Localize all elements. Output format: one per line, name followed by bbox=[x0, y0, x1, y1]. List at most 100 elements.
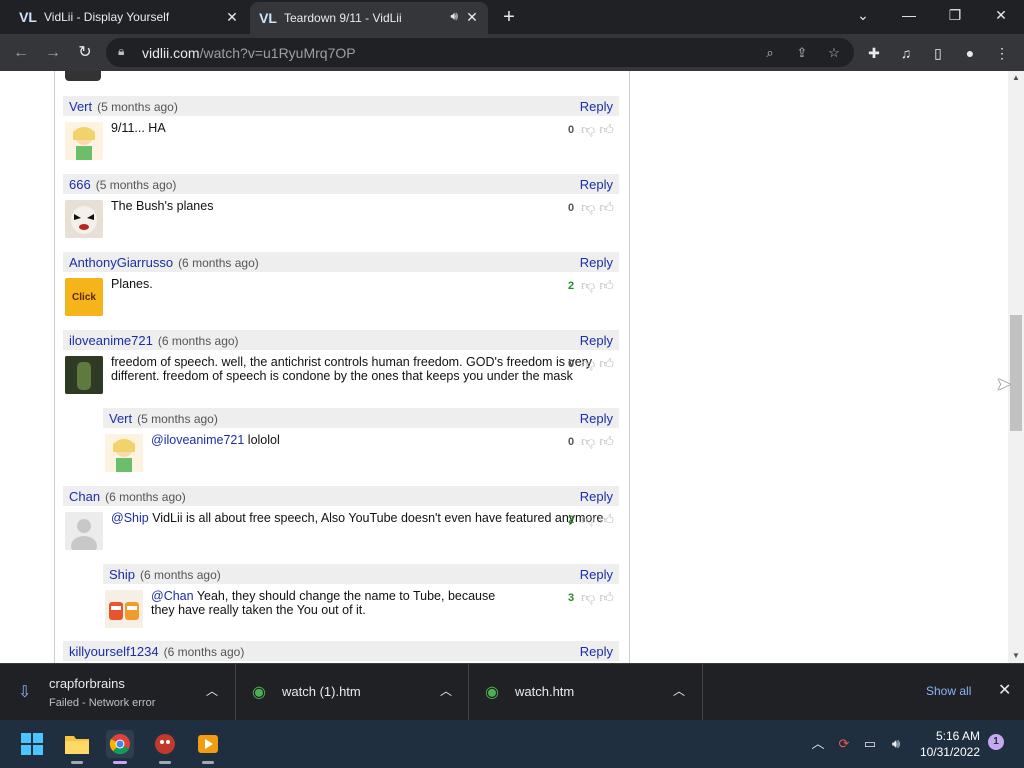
zoom-icon[interactable]: ⌕ bbox=[760, 43, 780, 63]
comment-username[interactable]: Chan (6 months ago) bbox=[69, 489, 186, 504]
tray-overflow-chevron-icon[interactable]: ︿ bbox=[808, 734, 828, 754]
tab-search-chevron-icon[interactable]: ⌄ bbox=[840, 0, 886, 34]
windows-start-icon[interactable] bbox=[18, 730, 46, 758]
menu-kebab-icon[interactable]: ⋮ bbox=[990, 41, 1014, 65]
system-clock[interactable]: 5:16 AM 10/31/2022 bbox=[918, 728, 980, 760]
minimize-icon[interactable]: — bbox=[886, 0, 932, 34]
tab-vidlii-home[interactable]: VL VidLii - Display Yourself ✕ bbox=[12, 0, 248, 34]
avatar[interactable] bbox=[65, 512, 103, 550]
thumbs-down-icon[interactable]: 👎︎ bbox=[581, 277, 599, 293]
show-all-downloads-link[interactable]: Show all bbox=[926, 684, 971, 698]
thumbs-up-icon[interactable]: 👍︎ bbox=[599, 511, 618, 527]
thumbs-up-icon[interactable]: 👍︎ bbox=[599, 121, 618, 137]
avatar[interactable]: Click bbox=[65, 278, 103, 316]
close-tab-icon[interactable]: ✕ bbox=[224, 9, 240, 25]
chevron-up-icon[interactable]: ︿ bbox=[206, 682, 218, 699]
comments-panel: Vert (5 months ago) Reply 9/11... HA 0 👎︎… bbox=[54, 71, 630, 663]
comment-username[interactable]: Vert (5 months ago) bbox=[109, 411, 218, 426]
reply-link[interactable]: Reply bbox=[580, 177, 613, 192]
volume-icon[interactable]: 🔊︎ bbox=[886, 734, 906, 754]
avatar[interactable] bbox=[65, 200, 103, 238]
mention-link[interactable]: @Chan bbox=[151, 589, 194, 603]
chrome-file-icon: ◉ bbox=[485, 684, 499, 701]
sync-icon[interactable]: ⟳ bbox=[834, 734, 854, 754]
reply-link[interactable]: Reply bbox=[580, 489, 613, 504]
thumbs-up-icon[interactable]: 👍︎ bbox=[599, 355, 618, 371]
reply-link[interactable]: Reply bbox=[580, 411, 613, 426]
notification-badge[interactable]: 1 bbox=[988, 734, 1004, 750]
comment-username[interactable]: iloveanime721 (6 months ago) bbox=[69, 333, 239, 348]
comment-username[interactable]: killyourself1234 (6 months ago) bbox=[69, 644, 244, 659]
thumbs-down-icon[interactable]: 👎︎ bbox=[581, 433, 599, 449]
lock-icon[interactable]: 🔒︎ bbox=[118, 44, 124, 59]
reload-icon[interactable]: ↻ bbox=[72, 40, 98, 66]
address-bar[interactable]: 🔒︎ vidlii.com/watch?v=u1RyuMrq7OP ⌕ ⇪ ☆ bbox=[106, 38, 854, 67]
comment-username[interactable]: Ship (6 months ago) bbox=[109, 567, 221, 582]
thumbs-up-icon[interactable]: 👍︎ bbox=[599, 199, 618, 215]
reply-link[interactable]: Reply bbox=[580, 333, 613, 348]
thumbs-down-icon[interactable]: 👎︎ bbox=[581, 511, 599, 527]
comment: AnthonyGiarrusso (6 months ago) Reply Cli… bbox=[63, 252, 619, 322]
avatar[interactable] bbox=[65, 122, 103, 160]
download-item[interactable]: ◉ watch.htm ︿ bbox=[469, 664, 703, 721]
chevron-up-icon[interactable]: ︿ bbox=[673, 682, 685, 699]
avatar[interactable] bbox=[105, 434, 143, 472]
scrollbar-thumb[interactable] bbox=[1010, 315, 1022, 431]
file-explorer-icon[interactable] bbox=[63, 730, 91, 764]
network-icon[interactable]: ▭ bbox=[860, 734, 880, 754]
comment-username[interactable]: AnthonyGiarrusso (6 months ago) bbox=[69, 255, 259, 270]
mention-link[interactable]: @Ship bbox=[111, 511, 149, 525]
reply-link[interactable]: Reply bbox=[580, 567, 613, 582]
mention-link[interactable]: @iloveanime721 bbox=[151, 433, 244, 447]
audio-playing-icon[interactable]: 🔊︎ bbox=[450, 9, 458, 24]
thumbs-up-icon[interactable]: 👍︎ bbox=[599, 433, 618, 449]
chrome-app-icon[interactable] bbox=[106, 730, 134, 764]
reply-link[interactable]: Reply bbox=[580, 644, 613, 659]
new-tab-icon[interactable]: + bbox=[498, 6, 520, 28]
tab-title: Teardown 9/11 - VidLii bbox=[284, 11, 402, 25]
comment-header: Vert (5 months ago) Reply bbox=[63, 96, 619, 116]
share-icon[interactable]: ⇪ bbox=[792, 43, 812, 63]
comment-username[interactable]: 666 (5 months ago) bbox=[69, 177, 176, 192]
close-tab-icon[interactable]: ✕ bbox=[464, 9, 480, 25]
back-arrow-icon[interactable]: ← bbox=[8, 40, 34, 66]
close-downloads-icon[interactable]: ✕ bbox=[998, 680, 1011, 700]
download-name: watch.htm bbox=[515, 684, 575, 699]
comment-username[interactable]: Vert (5 months ago) bbox=[69, 99, 178, 114]
restore-icon[interactable]: ❐ bbox=[932, 0, 978, 34]
comment-reply: Vert (5 months ago) Reply @iloveanime721 … bbox=[103, 408, 619, 478]
comment-text: @iloveanime721 lololol bbox=[151, 433, 280, 447]
side-panel-icon[interactable]: ▯ bbox=[926, 41, 950, 65]
close-window-icon[interactable]: ✕ bbox=[978, 0, 1024, 34]
tab-teardown-active[interactable]: VL Teardown 9/11 - VidLii 🔊︎ ✕ bbox=[250, 2, 488, 34]
avatar[interactable] bbox=[105, 590, 143, 628]
download-item[interactable]: ◉ watch (1).htm ︿ bbox=[236, 664, 469, 721]
vote-buttons: 👎︎👍︎ bbox=[581, 277, 618, 294]
bookmark-star-icon[interactable]: ☆ bbox=[824, 43, 844, 63]
chevron-up-icon[interactable]: ︿ bbox=[440, 682, 452, 699]
thumbs-down-icon[interactable]: 👎︎ bbox=[581, 355, 599, 371]
thumbs-up-icon[interactable]: 👍︎ bbox=[599, 589, 618, 605]
thumbs-down-icon[interactable]: 👎︎ bbox=[581, 199, 599, 215]
vidlii-favicon-icon: VL bbox=[259, 10, 277, 26]
thumbs-down-icon[interactable]: 👎︎ bbox=[581, 589, 599, 605]
vote-count: 3 bbox=[568, 592, 575, 604]
thumbs-up-icon[interactable]: 👍︎ bbox=[599, 277, 618, 293]
thumbs-down-icon[interactable]: 👎︎ bbox=[581, 121, 599, 137]
url-text[interactable]: vidlii.com/watch?v=u1RyuMrq7OP bbox=[142, 45, 356, 61]
scroll-up-arrow-icon[interactable]: ▲ bbox=[1008, 71, 1024, 85]
avatar[interactable] bbox=[65, 356, 103, 394]
comment-header: iloveanime721 (6 months ago) Reply bbox=[63, 330, 619, 350]
scroll-down-arrow-icon[interactable]: ▼ bbox=[1008, 649, 1024, 663]
media-player-icon[interactable] bbox=[194, 730, 222, 764]
download-item[interactable]: ⇩ crapforbrains Failed - Network error ︿ bbox=[0, 664, 236, 721]
page-scrollbar[interactable]: ▲ ▼ bbox=[1008, 71, 1024, 663]
reply-link[interactable]: Reply bbox=[580, 255, 613, 270]
avatar[interactable] bbox=[65, 71, 101, 81]
extensions-puzzle-icon[interactable]: ✚ bbox=[862, 41, 886, 65]
reply-link[interactable]: Reply bbox=[580, 99, 613, 114]
forward-arrow-icon[interactable]: → bbox=[40, 40, 66, 66]
profile-icon[interactable]: ● bbox=[958, 41, 982, 65]
red-app-icon[interactable] bbox=[151, 730, 179, 764]
media-control-icon[interactable]: ♫ bbox=[894, 41, 918, 65]
